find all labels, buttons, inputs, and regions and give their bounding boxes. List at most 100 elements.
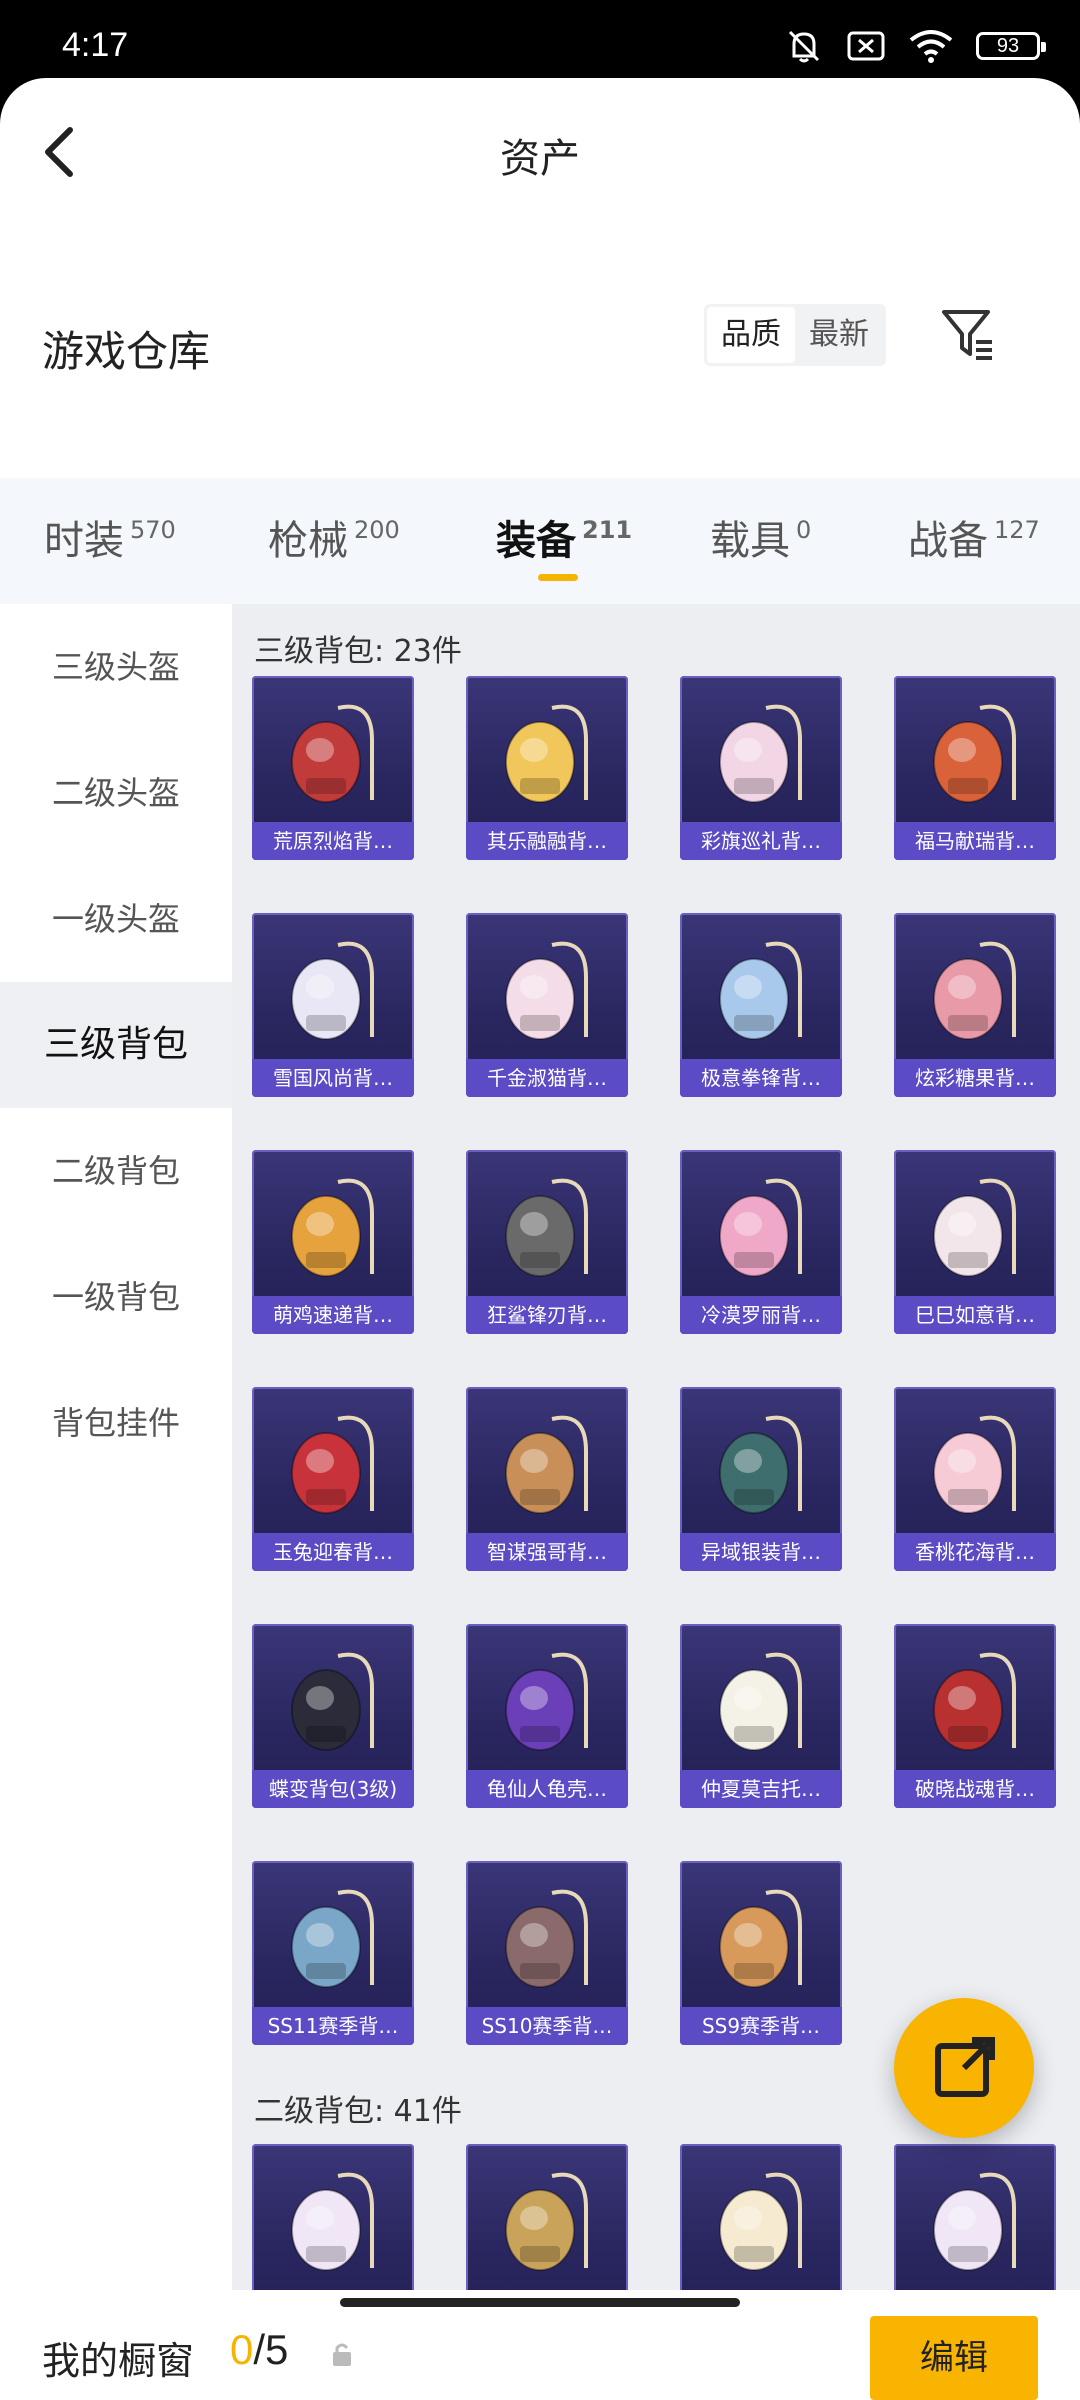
item-card[interactable]: SS10赛季背… <box>466 1861 628 2045</box>
top-bar: 资产 <box>0 78 1080 228</box>
showcase-count-current: 0 <box>230 2326 254 2373</box>
item-name: 福马献瑞背… <box>894 822 1056 860</box>
lock-icon <box>333 2343 351 2366</box>
item-card[interactable]: 玉兔迎春背… <box>252 1387 414 1571</box>
item-card[interactable]: 巳巳如意背… <box>894 1150 1056 1334</box>
filter-icon[interactable] <box>940 306 996 362</box>
backpack-image-icon <box>291 2172 374 2271</box>
item-card[interactable]: SS9赛季背… <box>680 1861 842 2045</box>
share-fab[interactable] <box>894 1998 1034 2138</box>
backpack-image-icon <box>505 704 588 803</box>
item-card[interactable] <box>680 2144 842 2294</box>
backpack-image-icon <box>505 1415 588 1514</box>
tab-count: 127 <box>994 516 1040 544</box>
backpack-image-icon <box>291 1415 374 1514</box>
showcase-count: 0/5 <box>230 2326 288 2374</box>
item-name: 雪国风尚背… <box>252 1059 414 1097</box>
tab-label: 时装 <box>44 518 124 564</box>
sidebar-item-helmet-2[interactable]: 二级头盔 <box>0 730 232 856</box>
item-card[interactable]: 仲夏莫吉托… <box>680 1624 842 1808</box>
edit-button[interactable]: 编辑 <box>870 2316 1038 2400</box>
backpack-image-icon <box>719 1415 802 1514</box>
item-card[interactable]: 荒原烈焰背… <box>252 676 414 860</box>
item-card[interactable]: 千金淑猫背… <box>466 913 628 1097</box>
category-tabs: 时装 570 枪械 200 装备 211 载具 0 战备 127 <box>0 478 1080 604</box>
tab-vehicles[interactable]: 载具 0 <box>710 508 811 566</box>
item-card[interactable]: 智谋强哥背… <box>466 1387 628 1571</box>
item-name: 冷漠罗丽背… <box>680 1296 842 1334</box>
item-card[interactable]: 彩旗巡礼背… <box>680 676 842 860</box>
sidebar-item-backpack-1[interactable]: 一级背包 <box>0 1234 232 1360</box>
backpack-image-icon <box>505 1652 588 1751</box>
tab-count: 570 <box>130 516 176 544</box>
sidebar-item-helmet-3[interactable]: 三级头盔 <box>0 604 232 730</box>
showcase-count-total: /5 <box>253 2326 289 2373</box>
item-card[interactable]: 福马献瑞背… <box>894 676 1056 860</box>
item-name: 极意拳锋背… <box>680 1059 842 1097</box>
item-card[interactable]: 冷漠罗丽背… <box>680 1150 842 1334</box>
sidebar-item-pendant[interactable]: 背包挂件 <box>0 1360 232 1486</box>
sidebar-item-helmet-1[interactable]: 一级头盔 <box>0 856 232 982</box>
item-card[interactable]: 异域银装背… <box>680 1387 842 1571</box>
battery-indicator: 93 <box>976 32 1046 60</box>
tab-fashion[interactable]: 时装 570 <box>44 508 176 566</box>
group-title-backpack-2: 二级背包: 41件 <box>254 2094 462 2129</box>
backpack-image-icon <box>719 704 802 803</box>
tab-supplies[interactable]: 战备 127 <box>908 508 1040 566</box>
item-name: 巳巳如意背… <box>894 1296 1056 1334</box>
backpack-image-icon <box>719 1889 802 1988</box>
item-card[interactable]: 炫彩糖果背… <box>894 913 1056 1097</box>
item-name: SS9赛季背… <box>680 2007 842 2045</box>
item-name: 千金淑猫背… <box>466 1059 628 1097</box>
item-card[interactable]: 破晓战魂背… <box>894 1624 1056 1808</box>
item-card[interactable]: 龟仙人龟壳… <box>466 1624 628 1808</box>
backpack-image-icon <box>933 1178 1016 1277</box>
item-name: 荒原烈焰背… <box>252 822 414 860</box>
tab-active-indicator <box>538 574 578 581</box>
sidebar-item-backpack-3[interactable]: 三级背包 <box>0 982 232 1108</box>
sort-option-quality[interactable]: 品质 <box>707 307 795 363</box>
item-name: 智谋强哥背… <box>466 1533 628 1571</box>
tab-count: 0 <box>796 516 812 544</box>
item-name: 玉兔迎春背… <box>252 1533 414 1571</box>
item-name: 龟仙人龟壳… <box>466 1770 628 1808</box>
tab-label: 载具 <box>710 518 790 564</box>
tab-equipment[interactable]: 装备 211 <box>496 508 633 581</box>
status-icons: 93 <box>784 28 1046 64</box>
wifi-icon <box>909 30 953 63</box>
backpack-image-icon <box>933 1652 1016 1751</box>
item-card[interactable]: 其乐融融背… <box>466 676 628 860</box>
item-name: 蝶变背包(3级) <box>252 1770 414 1808</box>
item-card[interactable]: 雪国风尚背… <box>252 913 414 1097</box>
backpack-image-icon <box>505 2172 588 2271</box>
no-sim-icon <box>847 31 885 61</box>
item-card[interactable] <box>894 2144 1056 2294</box>
item-card[interactable] <box>466 2144 628 2294</box>
item-name: 异域银装背… <box>680 1533 842 1571</box>
item-card[interactable] <box>252 2144 414 2294</box>
backpack-image-icon <box>933 1415 1016 1514</box>
backpack-image-icon <box>505 1889 588 1988</box>
tab-count: 211 <box>582 516 633 544</box>
backpack-image-icon <box>933 2172 1016 2271</box>
item-card[interactable]: 香桃花海背… <box>894 1387 1056 1571</box>
home-indicator[interactable] <box>340 2298 740 2307</box>
item-card[interactable]: 萌鸡速递背… <box>252 1150 414 1334</box>
sidebar-item-backpack-2[interactable]: 二级背包 <box>0 1108 232 1234</box>
backpack-image-icon <box>505 941 588 1040</box>
item-name: 香桃花海背… <box>894 1533 1056 1571</box>
tab-guns[interactable]: 枪械 200 <box>268 508 400 566</box>
item-card[interactable]: 蝶变背包(3级) <box>252 1624 414 1808</box>
tab-label: 枪械 <box>268 518 348 564</box>
status-time: 4:17 <box>62 26 129 64</box>
showcase-label: 我的橱窗 <box>42 2339 195 2383</box>
tab-count: 200 <box>354 516 400 544</box>
backpack-image-icon <box>291 1178 374 1277</box>
item-card[interactable]: SS11赛季背… <box>252 1861 414 2045</box>
page-title: 资产 <box>500 136 580 182</box>
item-card[interactable]: 极意拳锋背… <box>680 913 842 1097</box>
backpack-image-icon <box>719 2172 802 2271</box>
section-header: 游戏仓库 <box>0 298 1080 398</box>
sort-option-newest[interactable]: 最新 <box>795 307 883 363</box>
item-card[interactable]: 狂鲨锋刃背… <box>466 1150 628 1334</box>
